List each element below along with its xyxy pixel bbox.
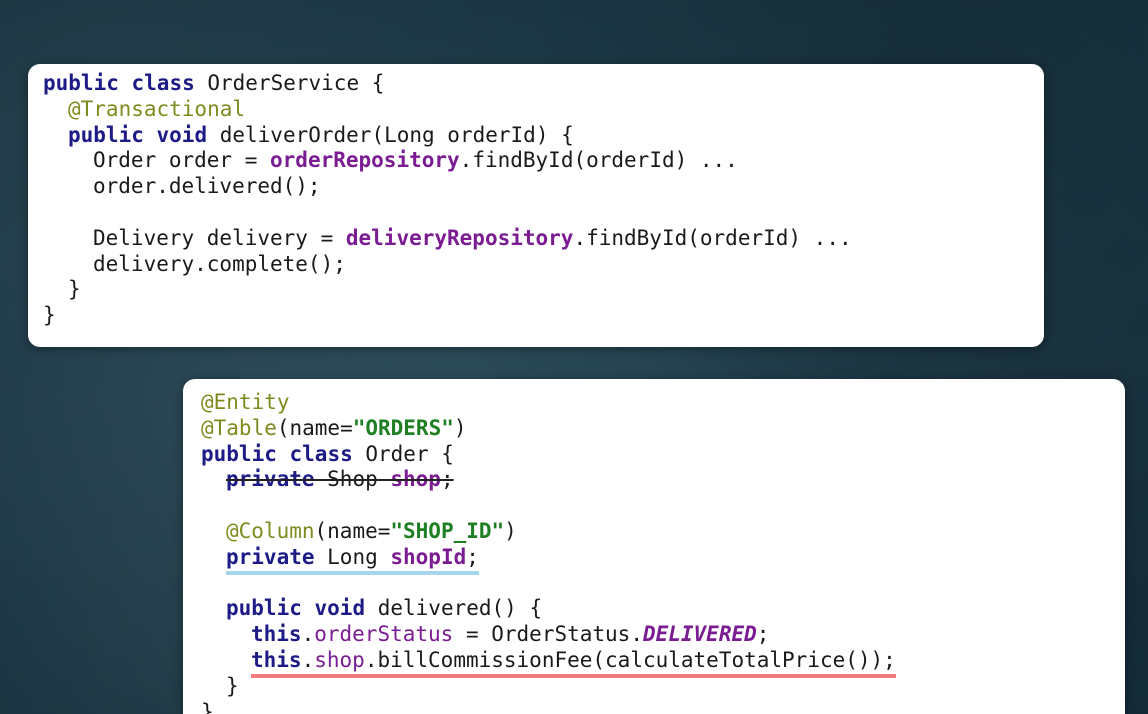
code-text: .findById(orderId) ... [573,225,852,250]
keyword: class [289,441,353,466]
code-text: OrderService { [194,71,385,95]
code-line-close-class: } [201,700,1125,714]
keyword: public [68,122,144,147]
code-text: (name= [314,518,391,543]
code-text: Order order = [93,148,271,173]
keyword: this [251,622,302,647]
code-text: .billCommissionFee(calculateTotalPrice()… [364,647,896,672]
code-line-class-decl: public class Order { [201,442,1125,468]
code-line-removed-shop-field: private Shop shop; [201,467,1125,493]
strikethrough-field: private Shop shop; [226,467,454,491]
keyword: class [131,71,195,95]
code-line-table-annotation: @Table(name="ORDERS") [201,416,1125,442]
code-text: Order { [352,441,454,466]
code-line-entity-annotation: @Entity [201,390,1125,416]
keyword: public [226,596,302,621]
code-text: } [43,303,56,328]
code-text: Shop [314,467,391,492]
code-line-set-status: this.orderStatus = OrderStatus.DELIVERED… [201,622,1125,648]
code-text: } [68,277,81,302]
code-text: } [226,673,239,698]
code-text: order.delivered(); [93,174,321,199]
code-text: ) [504,518,517,543]
code-line-delivery-complete: delivery.complete(); [43,252,1044,278]
keyword: public [201,441,277,466]
string-literal: "SHOP_ID" [390,518,505,543]
field-ref: orderStatus [314,622,454,647]
field-name: shop [390,467,441,492]
code-text: delivery.complete(); [93,251,346,276]
annotation: @Column [226,518,315,543]
code-line-shop-id-field: private Long shopId; [201,544,1125,575]
order-service-code-card: public class OrderService { @Transaction… [28,64,1044,347]
code-line-method-decl: public void delivered() { [201,596,1125,622]
keyword: public [43,71,119,95]
keyword: private [226,467,315,492]
code-text: ; [466,544,479,569]
code-line-close-method: } [201,674,1125,700]
code-line-class-decl: public class OrderService { [43,71,1044,97]
string-literal: "ORDERS" [352,415,454,440]
code-line-bill-commission: this.shop.billCommissionFee(calculateTot… [201,647,1125,678]
annotation: @Entity [201,390,290,414]
keyword: void [314,596,366,621]
field-ref: deliveryRepository [345,225,574,250]
order-entity-code-card: @Entity @Table(name="ORDERS") public cla… [183,379,1125,714]
code-text: Delivery delivery = [93,225,346,250]
field-name: shopId [390,544,467,569]
code-line-find-order: Order order = orderRepository.findById(o… [43,148,1044,174]
code-text: ) [453,415,467,440]
code-line-annotation: @Transactional [43,97,1044,123]
code-line-find-delivery: Delivery delivery = deliveryRepository.f… [43,226,1044,252]
code-line-close-method: } [43,277,1044,303]
annotation: @Transactional [68,96,246,121]
code-text: ; [756,622,770,647]
code-line-column-annotation: @Column(name="SHOP_ID") [201,519,1125,545]
code-text: (name= [276,415,353,440]
keyword: void [156,122,208,147]
code-text: = OrderStatus. [453,622,643,647]
code-line-order-delivered: order.delivered(); [43,174,1044,200]
enum-constant: DELIVERED [642,622,757,647]
code-line-method-decl: public void deliverOrder(Long orderId) { [43,123,1044,149]
code-text: ; [440,467,454,492]
annotation: @Table [201,415,277,440]
code-text: .findById(orderId) ... [459,148,738,173]
code-text: Long [314,544,391,569]
code-text: deliverOrder(Long orderId) { [207,122,574,147]
field-ref: shop [314,647,365,672]
code-text: . [301,647,315,672]
code-text: . [301,622,315,647]
keyword: private [226,544,315,569]
keyword: this [251,647,302,672]
field-ref: orderRepository [270,148,460,173]
code-line-close-class: } [43,303,1044,329]
code-text: delivered() { [365,596,543,621]
code-text: } [201,699,214,714]
